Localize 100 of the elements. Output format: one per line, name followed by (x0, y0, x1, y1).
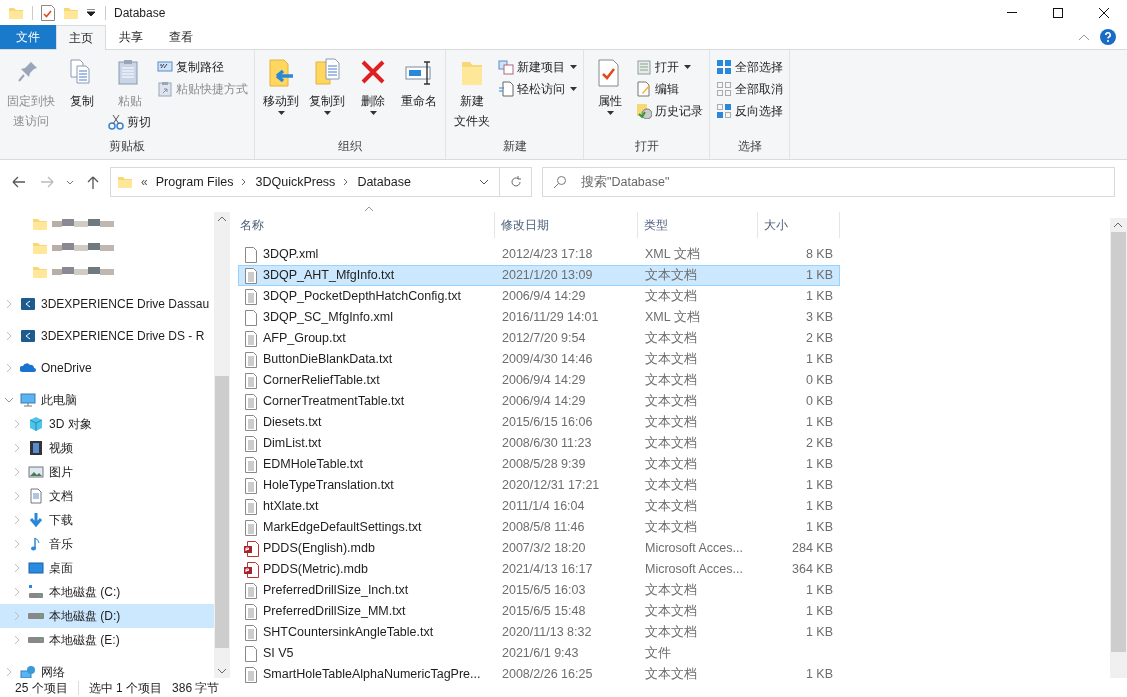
nav-item[interactable]: 下载 (0, 508, 214, 532)
ribbon-button[interactable]: 全部选择 (714, 56, 785, 78)
ribbon-button[interactable]: 移动到 (259, 54, 303, 115)
file-row[interactable]: HoleTypeTranslation.txt 2020/12/31 17:21 文本文档 1 KB (238, 475, 840, 496)
nav-item[interactable]: 图片 (0, 460, 214, 484)
file-size: 1 KB (804, 288, 834, 306)
chevron-right-icon[interactable] (12, 563, 22, 573)
ribbon-button[interactable]: 新建项目 (496, 56, 579, 78)
chevron-right-icon[interactable] (4, 331, 14, 341)
file-row[interactable]: PDDS(English).mdb 2007/3/2 18:20 Microsoft Acces... 284 KB (238, 538, 840, 559)
file-row[interactable]: PreferredDrillSize_Inch.txt 2015/6/5 16:03 文本文档 1 KB (238, 580, 840, 601)
nav-item[interactable]: 本地磁盘 (E:) (0, 628, 214, 652)
maximize-icon[interactable] (1053, 7, 1063, 18)
nav-item[interactable]: 此电脑 (0, 388, 214, 412)
chevron-right-icon[interactable] (4, 363, 14, 373)
ribbon-button[interactable]: 复制路径 (155, 56, 250, 78)
chevron-right-icon[interactable] (12, 491, 22, 501)
nav-item[interactable]: OneDrive (0, 356, 214, 380)
file-row[interactable]: PDDS(Metric).mdb 2021/4/13 16:17 Microsoft Acces... 364 KB (238, 559, 840, 580)
ribbon-tab[interactable]: 共享 (106, 24, 156, 49)
breadcrumb[interactable]: Program Files (155, 172, 234, 192)
chevron-right-icon[interactable] (4, 299, 14, 309)
overflow-chevron[interactable]: « (141, 173, 148, 191)
chevron-right-icon[interactable] (12, 539, 22, 549)
file-row[interactable]: SmartHoleTableAlphaNumericTagPre... 2008/2/26 16:25 文本文档 1 KB (238, 664, 840, 685)
nav-item[interactable]: 网络 (0, 660, 214, 678)
ribbon-button[interactable]: 反向选择 (714, 100, 785, 122)
file-row[interactable]: 3DQP.xml 2012/4/23 17:18 XML 文档 8 KB (238, 244, 840, 265)
ribbon-tab[interactable]: 主页 (56, 25, 106, 50)
ribbon-button[interactable]: 重命名 (397, 54, 441, 111)
nav-item[interactable]: 本地磁盘 (D:) (0, 604, 214, 628)
ribbon-button[interactable]: 复制到 (305, 54, 349, 115)
expanded-chevron-icon[interactable] (4, 395, 14, 405)
nav-item[interactable]: 3DEXPERIENCE Drive Dassau (0, 292, 214, 316)
ribbon-button[interactable]: 打开 (634, 56, 705, 78)
nav-item[interactable]: 3D 对象 (0, 412, 214, 436)
column-header[interactable]: 修改日期 (495, 212, 638, 238)
ribbon-button[interactable]: 全部取消 (714, 78, 785, 100)
file-row[interactable]: EDMHoleTable.txt 2008/5/28 9:39 文本文档 1 KB (238, 454, 840, 475)
ribbon-tab[interactable]: 文件 (0, 25, 56, 49)
close-icon[interactable] (1099, 7, 1109, 18)
customize-quick-access-button[interactable] (85, 9, 97, 16)
chevron-right-icon[interactable] (12, 515, 22, 525)
chevron-right-icon[interactable] (12, 419, 22, 429)
ribbon-button[interactable]: 属性 (588, 54, 632, 115)
nav-item[interactable]: 本地磁盘 (C:) (0, 580, 214, 604)
chevron-right-icon[interactable] (12, 635, 22, 645)
file-row[interactable]: PreferredDrillSize_MM.txt 2015/6/5 15:48 文本文档 1 KB (238, 601, 840, 622)
file-row[interactable]: DimList.txt 2008/6/30 11:23 文本文档 2 KB (238, 433, 840, 454)
ribbon-tab[interactable]: 查看 (156, 24, 206, 49)
file-row[interactable]: CornerTreatmentTable.txt 2006/9/4 14:29 文本文档 0 KB (238, 391, 840, 412)
ribbon-button[interactable]: 删除 (351, 54, 395, 115)
up-arrow-icon[interactable] (86, 175, 100, 189)
breadcrumb[interactable]: 3DQuickPress (255, 172, 336, 192)
minimize-icon[interactable] (1007, 12, 1017, 13)
file-row[interactable]: CornerReliefTable.txt 2006/9/4 14:29 文本文档 0 KB (238, 370, 840, 391)
ribbon-button[interactable]: 新建 文件夹 (450, 54, 494, 131)
file-row[interactable]: htXlate.txt 2011/1/4 16:04 文本文档 1 KB (238, 496, 840, 517)
ribbon-button[interactable]: 剪切 (106, 111, 153, 133)
dropdown-icon[interactable] (479, 179, 489, 185)
column-header[interactable]: 大小 (758, 212, 840, 238)
nav-item[interactable]: 桌面 (0, 556, 214, 580)
nav-item[interactable]: 文档 (0, 484, 214, 508)
file-row[interactable]: Diesets.txt 2015/6/15 16:06 文本文档 1 KB (238, 412, 840, 433)
column-header[interactable]: 名称 (238, 212, 495, 238)
file-row[interactable]: MarkEdgeDefaultSettings.txt 2008/5/8 11:46 文本文档 1 KB (238, 517, 840, 538)
dropdown-icon[interactable] (66, 179, 74, 185)
nav-item[interactable]: 音乐 (0, 532, 214, 556)
nav-item[interactable]: 3DEXPERIENCE Drive DS - R (0, 324, 214, 348)
file-row[interactable]: 3DQP_PocketDepthHatchConfig.txt 2006/9/4 14:29 文本文档 1 KB (238, 286, 840, 307)
column-header[interactable]: 类型 (638, 212, 758, 238)
file-row[interactable]: SHTCountersinkAngleTable.txt 2020/11/13 8:32 文本文档 1 KB (238, 622, 840, 643)
scrollbar[interactable] (1110, 218, 1127, 678)
file-row[interactable]: SI V5 2021/6/1 9:43 文件 (238, 643, 840, 664)
ribbon-button[interactable]: 历史记录 (634, 100, 705, 122)
file-row[interactable]: ButtonDieBlankData.txt 2009/4/30 14:46 文本文档 1 KB (238, 349, 840, 370)
back-icon[interactable] (12, 175, 26, 189)
forward-icon[interactable] (40, 175, 54, 189)
properties-icon[interactable] (41, 4, 55, 21)
address-bar[interactable]: « Program Files 3DQuickPress Database (110, 167, 532, 197)
chevron-right-icon[interactable] (12, 587, 22, 597)
file-row[interactable]: 3DQP_AHT_MfgInfo.txt 2021/1/20 13:09 文本文档 1 KB (238, 265, 840, 286)
chevron-right-icon[interactable] (12, 611, 22, 621)
help-icon[interactable] (1100, 29, 1116, 45)
chevron-right-icon[interactable] (12, 443, 22, 453)
scrollbar[interactable] (214, 212, 230, 678)
collapse-ribbon-icon[interactable] (1078, 33, 1090, 41)
chevron-right-icon[interactable] (12, 467, 22, 477)
ribbon-button[interactable]: 复制 (60, 54, 104, 111)
nav-item[interactable]: 视频 (0, 436, 214, 460)
file-row[interactable]: 3DQP_SC_MfgInfo.xml 2016/11/29 14:01 XML 文档 3 KB (238, 307, 840, 328)
chevron-right-icon[interactable] (4, 667, 14, 677)
file-row[interactable]: AFP_Group.txt 2012/7/20 9:54 文本文档 2 KB (238, 328, 840, 349)
ribbon-button[interactable]: 轻松访问 (496, 78, 579, 100)
ribbon-button[interactable]: 编辑 (634, 78, 705, 100)
breadcrumb[interactable]: Database (357, 172, 411, 192)
scrollbar-thumb[interactable] (1111, 232, 1126, 652)
text-file-icon (243, 267, 259, 284)
scrollbar-thumb[interactable] (215, 376, 229, 648)
search-field[interactable]: 搜索"Database" (542, 167, 1115, 197)
